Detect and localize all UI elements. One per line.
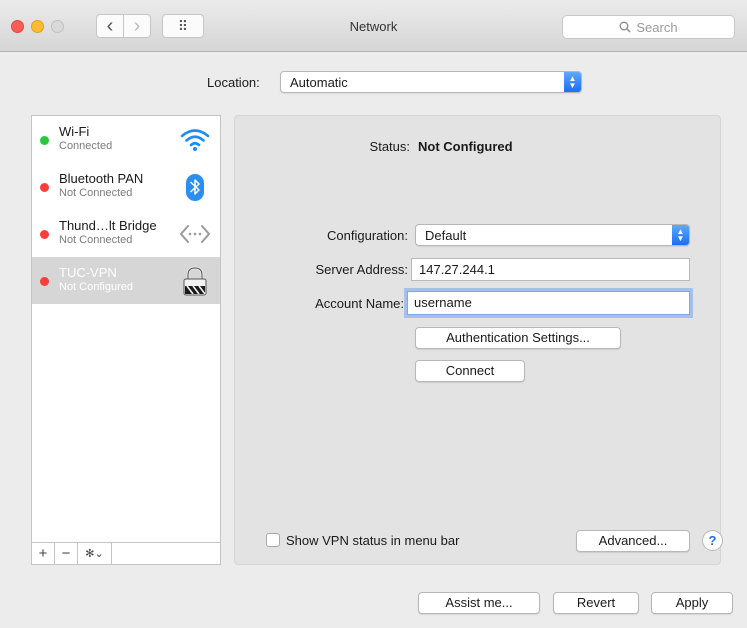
connect-button[interactable]: Connect (415, 360, 525, 382)
help-button[interactable]: ? (702, 530, 723, 551)
status-dot (40, 183, 49, 192)
authentication-settings-button[interactable]: Authentication Settings... (415, 327, 621, 349)
service-name: Wi-Fi (59, 124, 90, 139)
updown-arrows-icon: ▲ ▼ (564, 72, 581, 92)
service-actions-button[interactable]: ✻⌄ (78, 543, 112, 564)
search-icon (619, 21, 631, 33)
service-status: Not Configured (59, 281, 133, 293)
service-row-wifi[interactable]: Wi-Fi Connected (32, 116, 220, 163)
status-label: Status: (369, 139, 410, 154)
updown-arrows-icon: ▲ ▼ (672, 225, 689, 245)
account-name-label: Account Name: (315, 296, 404, 311)
server-address-field[interactable]: 147.27.244.1 (411, 258, 690, 281)
service-status: Not Connected (59, 234, 133, 246)
show-vpn-status-checkbox[interactable] (266, 533, 280, 547)
status-dot (40, 230, 49, 239)
vpn-lock-icon (183, 266, 207, 296)
account-name-value: username (414, 295, 472, 310)
search-placeholder: Search (636, 19, 678, 35)
service-status: Not Connected (59, 187, 133, 199)
service-row-tuc-vpn[interactable]: TUC-VPN Not Configured (32, 257, 220, 304)
server-address-value: 147.27.244.1 (419, 262, 495, 277)
gear-icon: ✻⌄ (85, 548, 104, 560)
location-popup[interactable]: Automatic ▲ ▼ (280, 71, 582, 93)
location-value: Automatic (290, 75, 348, 90)
service-row-bluetooth-pan[interactable]: Bluetooth PAN Not Connected (32, 163, 220, 210)
assist-me-button[interactable]: Assist me... (418, 592, 540, 614)
status-dot (40, 277, 49, 286)
advanced-button[interactable]: Advanced... (576, 530, 690, 552)
service-name: TUC-VPN (59, 265, 117, 280)
service-name: Thund…lt Bridge (59, 218, 157, 233)
bluetooth-icon (186, 174, 204, 201)
configuration-label: Configuration: (327, 228, 408, 243)
location-label: Location: (207, 75, 260, 90)
thunderbolt-bridge-icon (179, 225, 211, 243)
service-list: Wi-Fi Connected Bluetooth PAN Not Connec… (31, 115, 221, 565)
remove-service-button[interactable]: − (55, 543, 78, 564)
title-bar: ‹ › ⠿ Network Search (0, 0, 747, 52)
configuration-value: Default (425, 228, 467, 243)
wifi-icon (180, 129, 210, 151)
configuration-popup[interactable]: Default ▲ ▼ (415, 224, 690, 246)
revert-button[interactable]: Revert (553, 592, 639, 614)
service-row-thunderbolt-bridge[interactable]: Thund…lt Bridge Not Connected (32, 210, 220, 257)
apply-button[interactable]: Apply (651, 592, 733, 614)
status-value: Not Configured (418, 139, 513, 154)
minus-icon: − (61, 545, 71, 562)
show-vpn-status-label: Show VPN status in menu bar (286, 533, 460, 548)
search-field[interactable]: Search (562, 15, 735, 39)
service-list-toolbar: + − ✻⌄ (32, 542, 220, 564)
account-name-field[interactable]: username (407, 291, 690, 315)
plus-icon: + (38, 545, 48, 562)
service-name: Bluetooth PAN (59, 171, 144, 186)
service-status: Connected (59, 140, 113, 152)
add-service-button[interactable]: + (32, 543, 55, 564)
status-dot (40, 136, 49, 145)
server-address-label: Server Address: (315, 262, 409, 277)
